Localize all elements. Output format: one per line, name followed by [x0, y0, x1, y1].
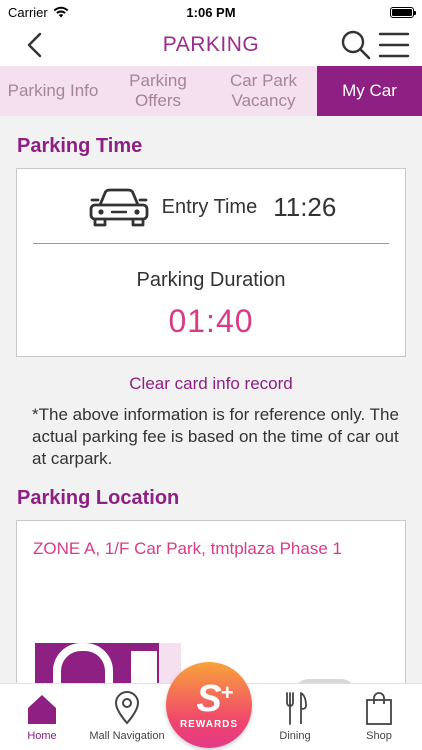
parking-time-card: Entry Time 11:26 Parking Duration 01:40: [16, 168, 406, 357]
nav-dining[interactable]: Dining: [272, 690, 318, 742]
nav-mall-navigation[interactable]: Mall Navigation: [82, 690, 172, 742]
nav-shop[interactable]: Shop: [356, 690, 402, 742]
entry-time-label: Entry Time: [161, 195, 258, 218]
card-divider: [33, 243, 389, 244]
page-title: PARKING: [162, 33, 260, 56]
content-area[interactable]: Parking Time Entry Time 11:26 Parking Du…: [0, 116, 422, 683]
car-park-map[interactable]: [35, 643, 181, 683]
back-icon[interactable]: [22, 31, 50, 59]
tab-car-park-vacancy[interactable]: Car Park Vacancy: [210, 66, 317, 116]
parking-location-text: ZONE A, 1/F Car Park, tmtplaza Phase 1: [33, 539, 342, 558]
parking-location-heading: Parking Location: [17, 487, 180, 509]
parking-duration-label: Parking Duration: [136, 269, 286, 291]
parking-time-heading: Parking Time: [17, 135, 143, 157]
home-icon: [28, 695, 56, 724]
car-icon: [89, 188, 149, 227]
menu-icon[interactable]: [378, 30, 410, 60]
map-box-shape: [131, 651, 157, 683]
parking-location-card: ZONE A, 1/F Car Park, tmtplaza Phase 1: [16, 520, 406, 683]
status-left: Carrier: [8, 5, 69, 20]
parking-fee-disclaimer: *The above information is for reference …: [32, 405, 399, 468]
parking-duration-value: 01:40: [168, 303, 254, 339]
parking-tabs: Parking Info Parking Offers Car Park Vac…: [0, 66, 422, 116]
shopping-bag-icon: [366, 692, 392, 725]
tab-my-car[interactable]: My Car: [317, 66, 422, 116]
fork-knife-icon: [286, 692, 307, 725]
entry-time-row: Entry Time 11:26: [17, 185, 405, 229]
location-pin-icon: [114, 691, 140, 725]
entry-time-value: 11:26: [273, 191, 337, 222]
search-icon[interactable]: [340, 29, 372, 61]
tab-parking-info[interactable]: Parking Info: [0, 66, 106, 116]
map-gate-shape: [53, 643, 113, 683]
app-header: PARKING: [0, 24, 422, 66]
nav-home[interactable]: Home: [22, 690, 62, 742]
nav-dining-label: Dining: [279, 730, 311, 742]
nav-home-label: Home: [27, 730, 57, 742]
rewards-label: REWARDS: [179, 718, 239, 730]
status-bar: Carrier 1:06 PM: [0, 0, 422, 24]
battery-icon: [390, 6, 416, 18]
wifi-icon: [53, 6, 69, 18]
rewards-button[interactable]: S + REWARDS: [166, 662, 252, 748]
carrier-label: Carrier: [8, 4, 48, 20]
nav-mall-navigation-label: Mall Navigation: [89, 730, 165, 742]
clear-card-info-link[interactable]: Clear card info record: [0, 374, 422, 394]
tab-parking-offers[interactable]: Parking Offers: [106, 66, 210, 116]
nav-shop-label: Shop: [366, 730, 392, 742]
rewards-logo-icon: S +: [196, 677, 234, 720]
